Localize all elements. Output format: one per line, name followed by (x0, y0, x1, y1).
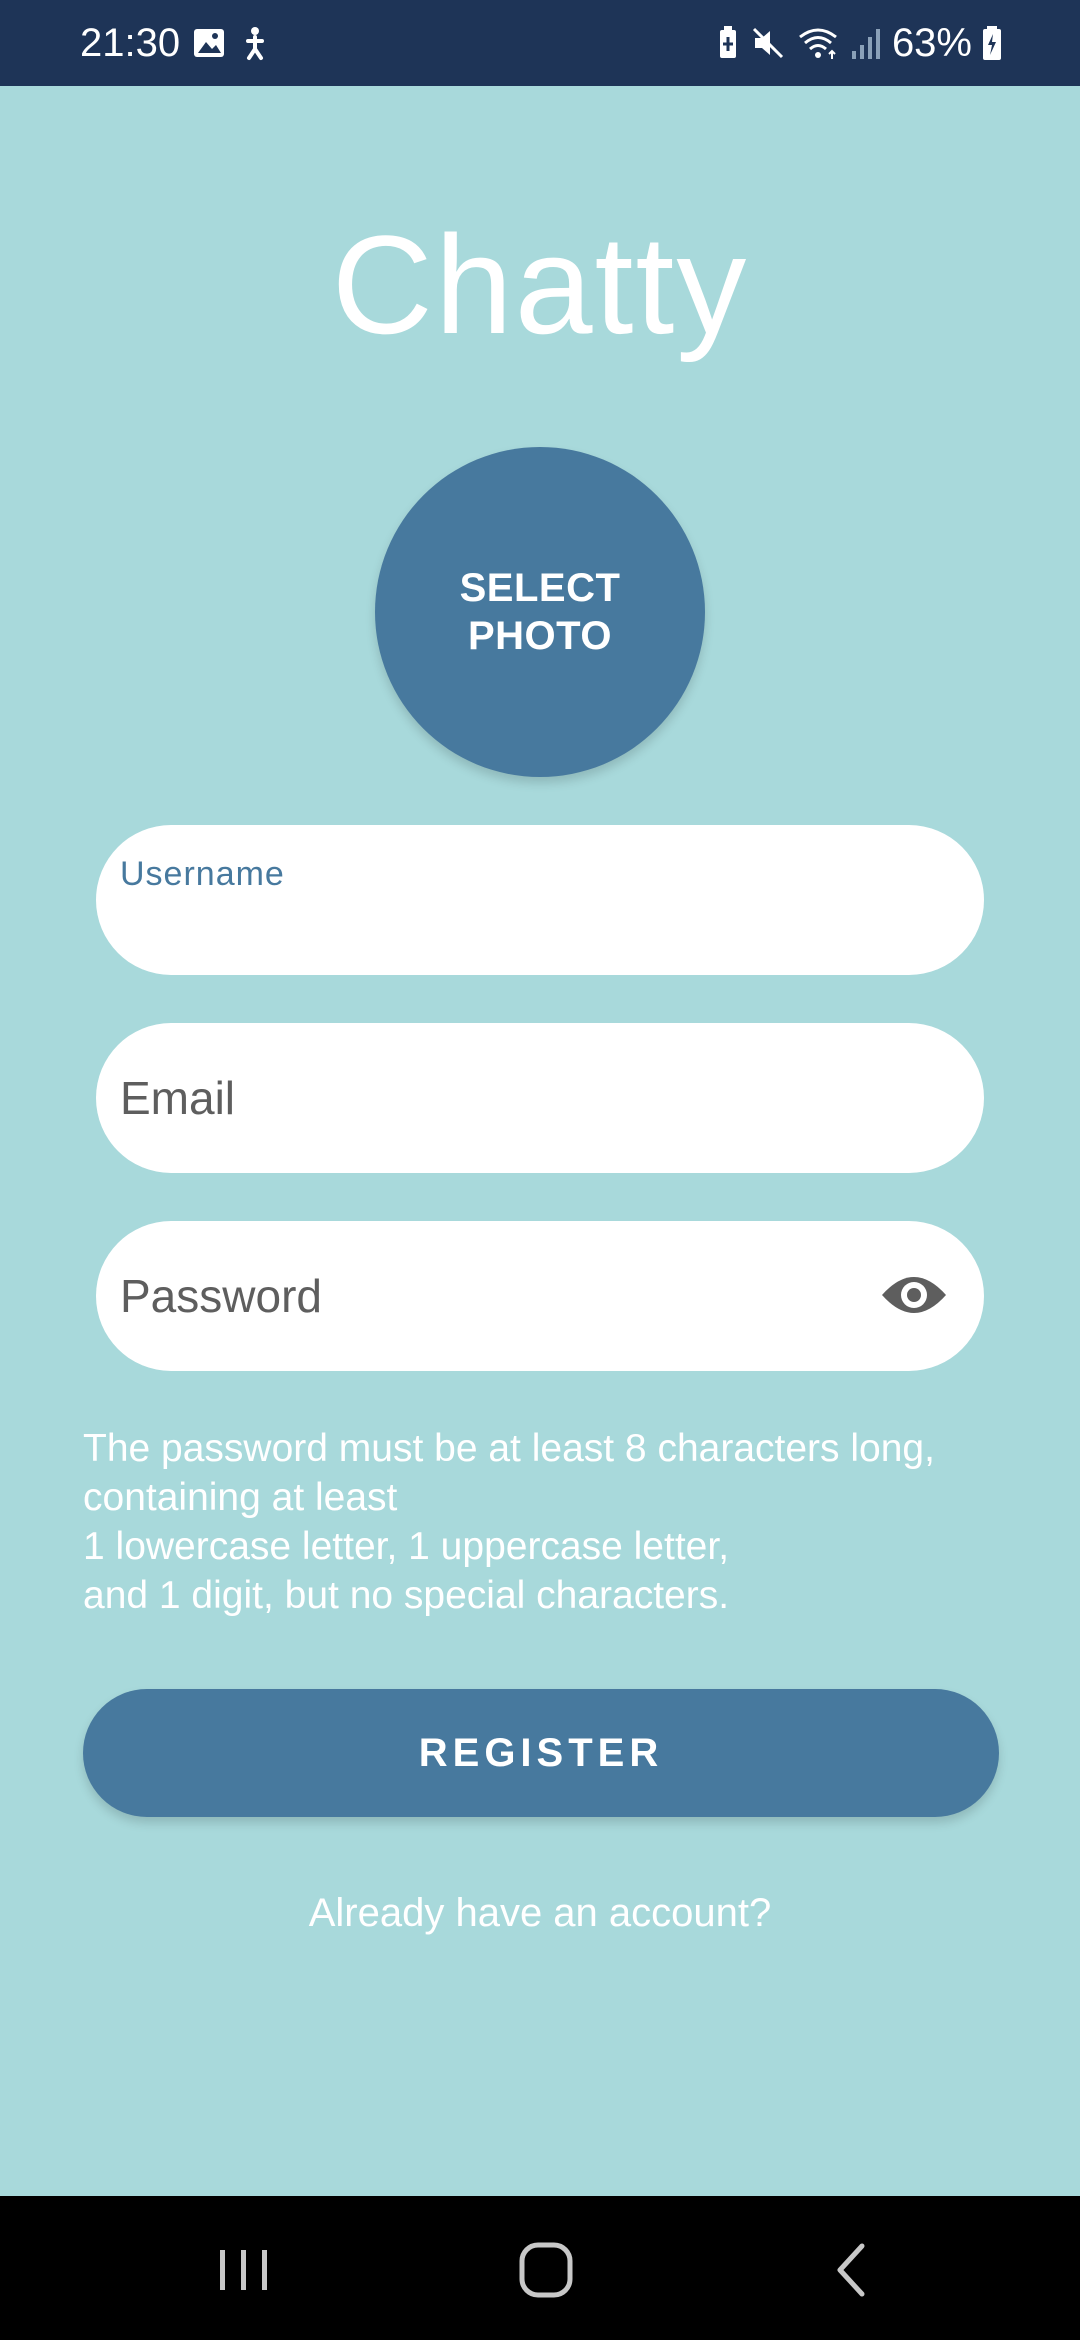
app-title: Chatty (331, 206, 749, 363)
signal-icon (850, 25, 882, 61)
password-hint: The password must be at least 8 characte… (83, 1424, 1023, 1620)
mute-icon (750, 25, 786, 61)
username-label: Username (120, 855, 285, 893)
password-hint-line: containing at least (83, 1476, 398, 1519)
select-photo-label: SELECT PHOTO (459, 566, 621, 658)
status-right: 63% (716, 18, 1002, 68)
login-link[interactable]: Already have an account? (0, 1888, 1080, 1938)
select-photo-button[interactable]: SELECT PHOTO (375, 447, 705, 777)
password-field[interactable]: Password (96, 1221, 984, 1371)
back-icon[interactable] (810, 2240, 890, 2300)
battery-percentage: 63% (891, 21, 972, 65)
register-button[interactable]: REGISTER (83, 1689, 999, 1817)
nav-bar (0, 2196, 1080, 2340)
battery-saver-icon (716, 25, 740, 61)
password-hint-line: The password must be at least 8 characte… (83, 1427, 935, 1470)
wifi-icon (796, 25, 840, 61)
email-placeholder: Email (120, 1072, 236, 1124)
password-hint-line: 1 lowercase letter, 1 uppercase letter, (83, 1525, 730, 1568)
image-icon (192, 26, 226, 60)
battery-icon (982, 25, 1002, 61)
password-hint-line: and 1 digit, but no special characters. (83, 1574, 730, 1617)
accessibility-icon (240, 25, 270, 61)
status-time: 21:30 (80, 21, 181, 65)
status-left-icons (192, 24, 270, 62)
home-icon[interactable] (506, 2240, 586, 2300)
email-field[interactable]: Email (96, 1023, 984, 1173)
status-bar: 21:30 63% (0, 0, 1080, 86)
recents-icon[interactable] (204, 2240, 284, 2300)
eye-icon[interactable] (880, 1267, 948, 1323)
password-placeholder: Password (120, 1270, 322, 1322)
username-field[interactable]: Username (96, 825, 984, 975)
